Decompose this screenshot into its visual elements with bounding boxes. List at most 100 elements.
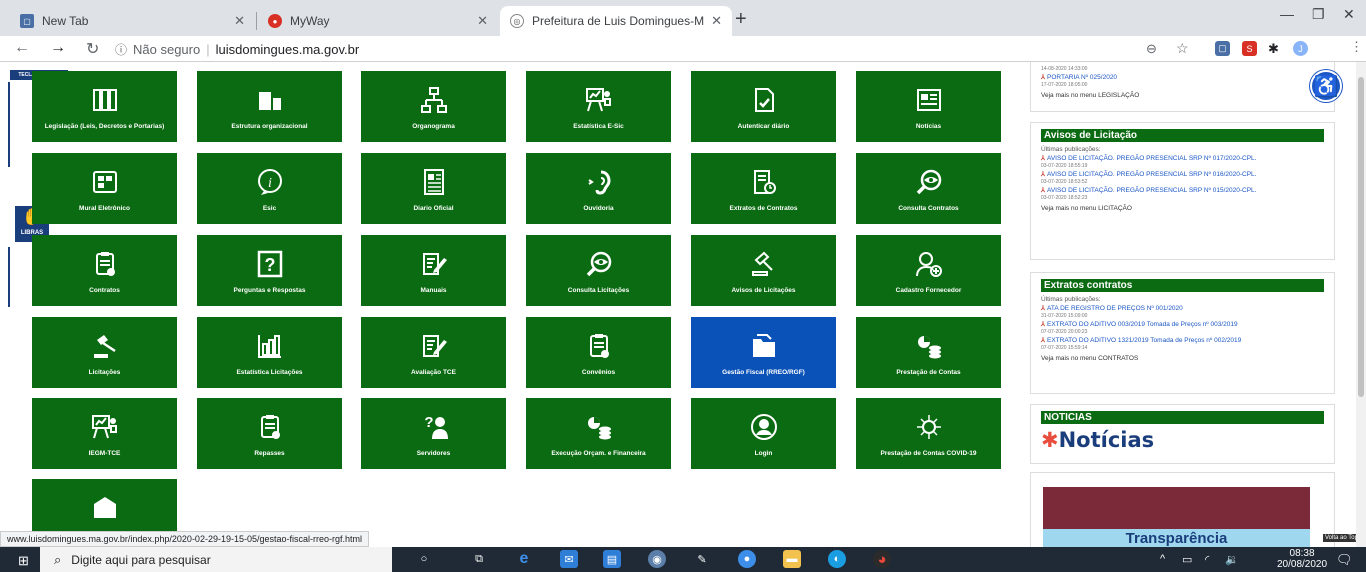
cortana-icon[interactable]: ○ [415, 550, 433, 568]
edit-document-icon [417, 247, 451, 281]
omnibox[interactable]: ⓘ Não seguro | luisdomingues.ma.gov.br [115, 38, 359, 60]
mail-icon[interactable]: ✉ [560, 550, 578, 568]
tile-perguntas-e-respostas[interactable]: ? Perguntas e Respostas [197, 235, 342, 306]
see-more-legislacao[interactable]: Veja mais no menu LEGISLAÇÃO [1041, 92, 1324, 99]
reload-button[interactable]: ↻ [86, 39, 99, 59]
puzzle-icon[interactable]: ✱ [1268, 41, 1279, 57]
tile-contratos[interactable]: Contratos [32, 235, 177, 306]
left-rail [8, 82, 10, 167]
publication-link[interactable]: ⅄ AVISO DE LICITAÇÃO. PREGÃO PRESENCIAL S… [1041, 187, 1324, 195]
tile-convenios[interactable]: Convênios [526, 317, 671, 388]
maximize-button[interactable]: ❐ [1312, 6, 1325, 23]
tile-estatistica-licitacoes[interactable]: Estatística Licitações [197, 317, 342, 388]
tile-repasses[interactable]: Repasses [197, 398, 342, 469]
wifi-icon[interactable]: ◜ [1205, 553, 1209, 566]
new-tab-button[interactable]: + [735, 8, 747, 31]
tile-licitacoes[interactable]: Licitações [32, 317, 177, 388]
tile-execucao-orcam-e-financeira[interactable]: Execução Orçam. e Financeira [526, 398, 671, 469]
minimize-button[interactable]: — [1280, 6, 1294, 22]
notifications-icon[interactable]: 🗨 [1336, 552, 1353, 568]
volume-icon[interactable]: 🔉 [1225, 553, 1239, 566]
publication-item: ⅄ EXTRATO DO ADITIVO 1321/2019 Tomada de … [1041, 337, 1324, 351]
publication-link[interactable]: ⅄ ATA DE REGISTRO DE PREÇOS Nº 001/2020 [1041, 305, 1324, 313]
tile-estrutura-organizacional[interactable]: Estrutura organizacional [197, 71, 342, 142]
tile-ouvidoria[interactable]: Ouvidoria [526, 153, 671, 224]
tile-autenticar-diario[interactable]: Autenticar diário [691, 71, 836, 142]
taskbar-search[interactable]: ⌕ Digite aqui para pesquisar [40, 547, 392, 572]
back-button[interactable]: ← [14, 39, 30, 57]
publication-link[interactable]: ⅄ AVISO DE LICITAÇÃO. PREGÃO PRESENCIAL S… [1041, 171, 1324, 179]
clipboard-icon [582, 329, 616, 363]
tab-divider [256, 12, 257, 30]
file-explorer-icon[interactable]: ▬ [783, 550, 801, 568]
tile-legislacao-leis-decretos-e-portarias[interactable]: Legislação (Leis, Decretos e Portarias) [32, 71, 177, 142]
info-icon[interactable]: ⓘ [115, 41, 127, 58]
edge-icon[interactable]: ◐ [828, 550, 846, 568]
chrome-icon[interactable]: ◕ [873, 550, 891, 568]
see-more-contratos[interactable]: Veja mais no menu CONTRATOS [1041, 355, 1324, 362]
task-view-icon[interactable]: ⧉ [470, 550, 488, 568]
bookmark-star-icon[interactable]: ☆ [1176, 40, 1189, 57]
close-icon[interactable]: ✕ [234, 13, 245, 29]
forward-button[interactable]: → [50, 39, 66, 57]
tile-gestao-fiscal-rreo-rgf[interactable]: Gestão Fiscal (RREO/RGF) [691, 317, 836, 388]
battery-icon[interactable]: ▭ [1182, 553, 1192, 566]
transparencia-banner[interactable]: Transparência [1043, 487, 1310, 547]
accessibility-icon[interactable]: ♿ [1310, 70, 1342, 102]
browser-icon[interactable]: ● [738, 550, 756, 568]
window-close-button[interactable]: ✕ [1343, 6, 1355, 23]
tile-prestacao-de-contas-covid-19[interactable]: Prestação de Contas COVID-19 [856, 398, 1001, 469]
profile-avatar[interactable]: J [1293, 41, 1308, 56]
publication-link[interactable]: ⅄ PORTARIA Nº 025/2020 [1041, 74, 1324, 82]
extension-s-icon[interactable]: S [1242, 41, 1257, 56]
extension-icon[interactable]: ▢ [1215, 41, 1230, 56]
tile-avisos-de-licitacoes[interactable]: Avisos de Licitações [691, 235, 836, 306]
tile-consulta-licitacoes[interactable]: Consulta Licitações [526, 235, 671, 306]
coins-icon [912, 329, 946, 363]
tile-manuais[interactable]: Manuais [361, 235, 506, 306]
menu-kebab-icon[interactable]: ⋮ [1350, 39, 1363, 55]
tile-consulta-contratos[interactable]: Consulta Contratos [856, 153, 1001, 224]
publication-link[interactable]: ⅄ EXTRATO DO ADITIVO 1321/2019 Tomada de … [1041, 337, 1324, 345]
publication-link[interactable]: ⅄ EXTRATO DO ADITIVO 003/2019 Tomada de P… [1041, 321, 1324, 329]
tile-login[interactable]: Login [691, 398, 836, 469]
app-icon[interactable]: ◉ [648, 550, 666, 568]
noticias-logo[interactable]: ✱Notícias [1041, 428, 1324, 452]
tab-myway[interactable]: ● MyWay ✕ [258, 6, 498, 36]
page-scrollbar[interactable] [1356, 62, 1366, 547]
tray-chevron-icon[interactable]: ^ [1160, 553, 1165, 565]
tile-mural-eletronico[interactable]: Mural Eletrônico [32, 153, 177, 224]
tile-iegm-tce[interactable]: IEGM-TCE [32, 398, 177, 469]
scrollbar-thumb[interactable] [1358, 77, 1364, 397]
tab-prefeitura[interactable]: ◎ Prefeitura de Luis Domingues-M ✕ [500, 6, 732, 36]
tile-prestacao-de-contas[interactable]: Prestação de Contas [856, 317, 1001, 388]
tile-cadastro-fornecedor[interactable]: Cadastro Fornecedor [856, 235, 1001, 306]
board-icon [88, 165, 122, 199]
tile-extratos-de-contratos[interactable]: Extratos de Contratos [691, 153, 836, 224]
publication-link[interactable]: ⅄ AVISO DE LICITAÇÃO. PREGÃO PRESENCIAL S… [1041, 155, 1324, 163]
zoom-icon[interactable]: ⊖ [1146, 41, 1157, 57]
taskbar-clock[interactable]: 08:38 20/08/2020 [1277, 548, 1327, 570]
see-more-licitacao[interactable]: Veja mais no menu LICITAÇÃO [1041, 205, 1324, 212]
tile-label: Mural Eletrônico [79, 204, 130, 212]
folder-icon [747, 329, 781, 363]
tile-servidores[interactable]: ? Servidores [361, 398, 506, 469]
paint-icon[interactable]: ✎ [693, 550, 711, 568]
tile-organograma[interactable]: Organograma [361, 71, 506, 142]
edge-legacy-icon[interactable]: e [515, 550, 533, 568]
tile-estatistica-e-sic[interactable]: Estatística E-Sic [526, 71, 671, 142]
page-content: TECLAS ATALHO ✋ LIBRAS Legislação (Leis,… [0, 62, 1366, 547]
tile-avaliacao-tce[interactable]: Avaliação TCE [361, 317, 506, 388]
tile-label: Servidores [416, 449, 451, 457]
tab-new-tab[interactable]: ▢ New Tab ✕ [10, 6, 255, 36]
tile-noticias[interactable]: Notícias [856, 71, 1001, 142]
store-icon[interactable]: ▤ [603, 550, 621, 568]
publication-item: ⅄ AVISO DE LICITAÇÃO. PREGÃO PRESENCIAL S… [1041, 155, 1324, 169]
close-icon[interactable]: ✕ [711, 13, 722, 29]
close-icon[interactable]: ✕ [477, 13, 488, 29]
tile-diario-oficial[interactable]: Diario Oficial [361, 153, 506, 224]
search-icon: ⌕ [54, 551, 62, 567]
address-bar: ← → ↻ ⓘ Não seguro | luisdomingues.ma.go… [0, 36, 1366, 62]
tile-esic[interactable]: i Esic [197, 153, 342, 224]
windows-start-icon[interactable]: ⊞ [18, 553, 29, 569]
